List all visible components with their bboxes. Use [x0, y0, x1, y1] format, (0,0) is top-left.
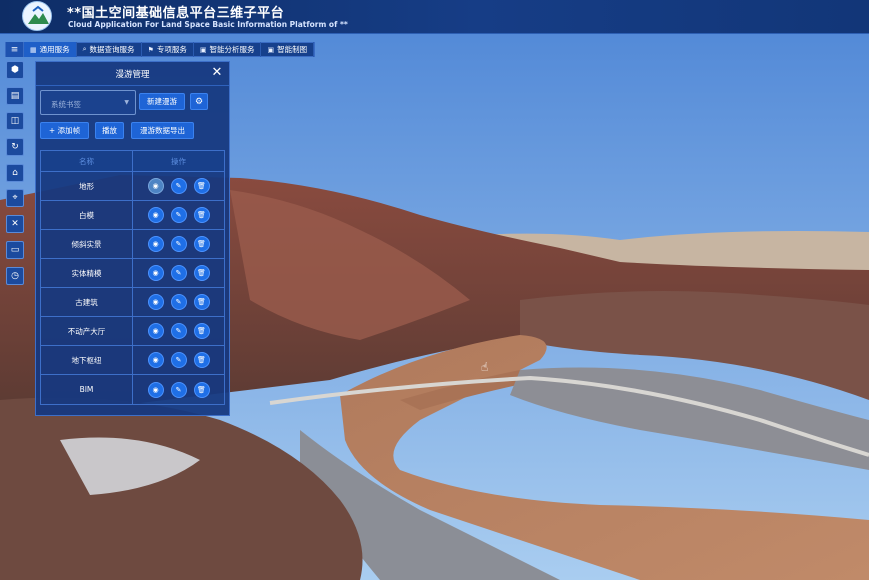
tools-icon[interactable]: ✕ [6, 215, 24, 234]
new-roam-button[interactable]: 新建漫游 [139, 93, 185, 110]
edit-icon[interactable]: ✎ [170, 207, 187, 223]
split-icon[interactable]: ◫ [6, 112, 24, 131]
panel-header: 漫游管理 ✕ [36, 62, 229, 86]
tag-icon[interactable]: ⌂ [6, 163, 24, 182]
app-header: **国土空间基础信息平台三维子平台 Cloud Application For … [0, 0, 869, 34]
table-row: 不动产大厅 ◉ ✎ 🗑 [41, 317, 224, 346]
edit-icon[interactable]: ✎ [170, 178, 187, 194]
gear-icon[interactable]: ⚙ [190, 93, 208, 110]
row-name: 古建筑 [41, 288, 133, 316]
edit-icon[interactable]: ✎ [170, 236, 187, 252]
edit-icon[interactable]: ✎ [170, 294, 187, 310]
eye-icon[interactable]: ◉ [147, 323, 164, 339]
chevron-down-icon: ▼ [124, 99, 129, 106]
edit-icon[interactable]: ✎ [170, 265, 187, 281]
close-icon[interactable]: ✕ [210, 66, 224, 80]
trash-icon[interactable]: 🗑 [193, 381, 210, 398]
row-name: 地下枢纽 [41, 346, 133, 374]
export-roam-data-button[interactable]: 漫游数据导出 [131, 122, 194, 139]
menu-smart-mapping[interactable]: ▣ 智能制图 [261, 42, 315, 57]
table-body: 地形 ◉ ✎ 🗑 白模 ◉ ✎ 🗑 倾斜实景 ◉ ✎ 🗑 实体精模 ◉ ✎ 🗑 古建筑 ◉ ✎ 🗑 不动产大厅 ◉ ✎ 🗑 地下… [41, 172, 224, 404]
table-row: 实体精模 ◉ ✎ 🗑 [41, 259, 224, 288]
menu-general-services[interactable]: ▦ 通用服务 [24, 42, 77, 57]
row-name: 不动产大厅 [41, 317, 133, 345]
roaming-management-panel: 漫游管理 ✕ 系统书签 ▼ 新建漫游 ⚙ + 添加帧 播放 漫游数据导出 名称 … [35, 61, 230, 416]
search-icon: ⌕ [82, 45, 87, 53]
trash-icon[interactable]: 🗑 [193, 323, 210, 339]
left-toolbar: ⬢ ▤ ◫ ↻ ⌂ ⌖ ✕ ▭ ◷ [6, 61, 26, 292]
row-operations: ◉ ✎ 🗑 [133, 201, 224, 229]
image-icon: ▣ [267, 45, 275, 54]
image-icon: ▣ [199, 45, 207, 54]
grid-icon: ▦ [30, 45, 37, 54]
refresh-icon[interactable]: ↻ [6, 138, 24, 157]
location-icon[interactable]: ⌖ [6, 189, 24, 208]
panel-title: 漫游管理 [115, 69, 150, 80]
row-name: 白模 [41, 201, 133, 229]
hamburger-icon[interactable]: ≡ [6, 42, 24, 57]
app-subtitle: Cloud Application For Land Space Basic I… [68, 20, 348, 29]
app-title: **国土空间基础信息平台三维子平台 [67, 6, 285, 21]
column-header-operation: 操作 [171, 156, 186, 166]
row-name: 实体精模 [41, 259, 133, 287]
eye-icon[interactable]: ◉ [147, 381, 164, 398]
menu-item-label: 专项服务 [156, 45, 187, 54]
select-placeholder: 系统书签 [51, 100, 81, 109]
menu-special-services[interactable]: ⚑ 专项服务 [142, 42, 194, 57]
eye-icon[interactable]: ◉ [147, 294, 164, 310]
table-row: 倾斜实景 ◉ ✎ 🗑 [41, 230, 224, 259]
menu-item-label: 智能分析服务 [209, 45, 255, 54]
row-operations: ◉ ✎ 🗑 [133, 375, 224, 404]
menu-item-label: 数据查询服务 [89, 45, 135, 54]
table-row: 地下枢纽 ◉ ✎ 🗑 [41, 346, 224, 375]
eye-icon[interactable]: ◉ [147, 352, 164, 368]
row-operations: ◉ ✎ 🗑 [133, 230, 224, 258]
play-button[interactable]: 播放 [95, 122, 124, 139]
main-menu-bar: ≡ ▦ 通用服务 ⌕ 数据查询服务 ⚑ 专项服务 ▣ 智能分析服务 ▣ 智能制图 [5, 42, 316, 57]
trash-icon[interactable]: 🗑 [193, 178, 210, 194]
trash-icon[interactable]: 🗑 [193, 352, 210, 368]
edit-icon[interactable]: ✎ [170, 381, 187, 398]
table-header: 名称 操作 [41, 151, 224, 172]
add-frame-button[interactable]: + 添加帧 [40, 122, 89, 139]
mouse-cursor-icon: ☝ [481, 360, 489, 374]
row-operations: ◉ ✎ 🗑 [133, 259, 224, 287]
menu-item-label: 通用服务 [39, 45, 70, 54]
row-operations: ◉ ✎ 🗑 [133, 288, 224, 316]
table-row: 白模 ◉ ✎ 🗑 [41, 201, 224, 230]
bookmark-select[interactable]: 系统书签 ▼ [40, 90, 136, 115]
row-operations: ◉ ✎ 🗑 [133, 317, 224, 345]
eye-icon[interactable]: ◉ [147, 178, 164, 194]
edit-icon[interactable]: ✎ [170, 352, 187, 368]
trash-icon[interactable]: 🗑 [193, 294, 210, 310]
save-icon[interactable]: ▭ [6, 240, 24, 259]
row-name: 地形 [41, 172, 133, 200]
trash-icon[interactable]: 🗑 [193, 207, 210, 223]
row-name: 倾斜实景 [41, 230, 133, 258]
layers-icon[interactable]: ▤ [6, 86, 24, 105]
table-row: 地形 ◉ ✎ 🗑 [41, 172, 224, 201]
table-row: 古建筑 ◉ ✎ 🗑 [41, 288, 224, 317]
column-header-name: 名称 [41, 151, 133, 171]
roam-table: 名称 操作 地形 ◉ ✎ 🗑 白模 ◉ ✎ 🗑 倾斜实景 ◉ ✎ 🗑 实体精模 ◉ ✎ 🗑 古建筑 ◉ ✎ 🗑 不动产大… [40, 150, 225, 405]
flag-icon: ⚑ [147, 45, 154, 54]
trash-icon[interactable]: 🗑 [193, 236, 210, 252]
cube-icon[interactable]: ⬢ [6, 61, 24, 79]
eye-icon[interactable]: ◉ [147, 207, 164, 223]
menu-data-query[interactable]: ⌕ 数据查询服务 [77, 42, 142, 57]
clock-icon[interactable]: ◷ [6, 266, 24, 285]
eye-icon[interactable]: ◉ [147, 236, 164, 252]
menu-smart-analysis[interactable]: ▣ 智能分析服务 [194, 42, 262, 57]
eye-icon[interactable]: ◉ [147, 265, 164, 281]
platform-logo [22, 1, 52, 31]
trash-icon[interactable]: 🗑 [193, 265, 210, 281]
row-operations: ◉ ✎ 🗑 [133, 346, 224, 374]
edit-icon[interactable]: ✎ [170, 323, 187, 339]
row-operations: ◉ ✎ 🗑 [133, 172, 224, 200]
menu-item-label: 智能制图 [277, 45, 308, 54]
row-name: BIM [41, 375, 133, 404]
table-row: BIM ◉ ✎ 🗑 [41, 375, 224, 404]
